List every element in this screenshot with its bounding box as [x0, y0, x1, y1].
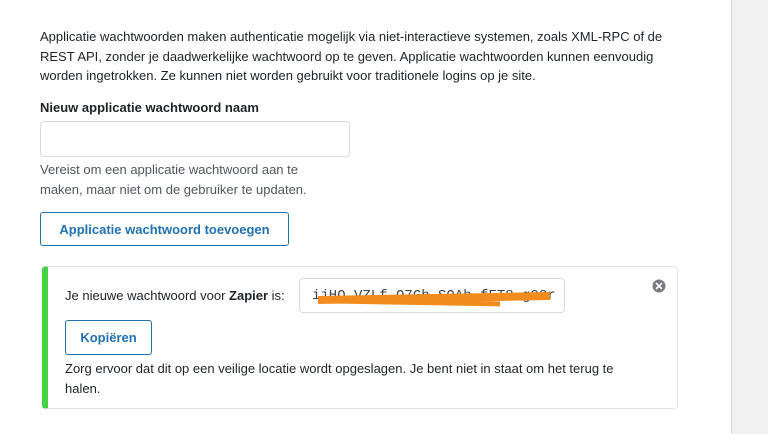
app-name: Zapier [229, 288, 269, 303]
new-password-message: Je nieuwe wachtwoord voor Zapier is: [65, 288, 285, 303]
application-passwords-intro: Applicatie wachtwoorden maken authentica… [40, 29, 663, 83]
new-password-field[interactable]: ijHQ VZLf O7Gh SQAb fFT8 g03r [299, 278, 565, 313]
new-password-name-label: Nieuw applicatie wachtwoord naam [40, 100, 259, 115]
new-password-message-suffix: is: [268, 288, 285, 303]
settings-panel: Applicatie wachtwoorden maken authentica… [0, 0, 732, 434]
close-circle-icon[interactable] [652, 279, 666, 293]
add-application-password-button[interactable]: Applicatie wachtwoord toevoegen [40, 212, 289, 246]
new-password-notice: Je nieuwe wachtwoord voor Zapier is: ijH… [42, 266, 678, 409]
new-password-name-input[interactable] [40, 121, 350, 157]
new-password-help-text: Vereist om een applicatie wachtwoord aan… [40, 162, 307, 197]
copy-password-button[interactable]: Kopiëren [65, 320, 152, 355]
save-warning-text: Zorg ervoor dat dit op een veilige locat… [65, 361, 614, 396]
new-password-message-prefix: Je nieuwe wachtwoord voor [65, 288, 230, 303]
